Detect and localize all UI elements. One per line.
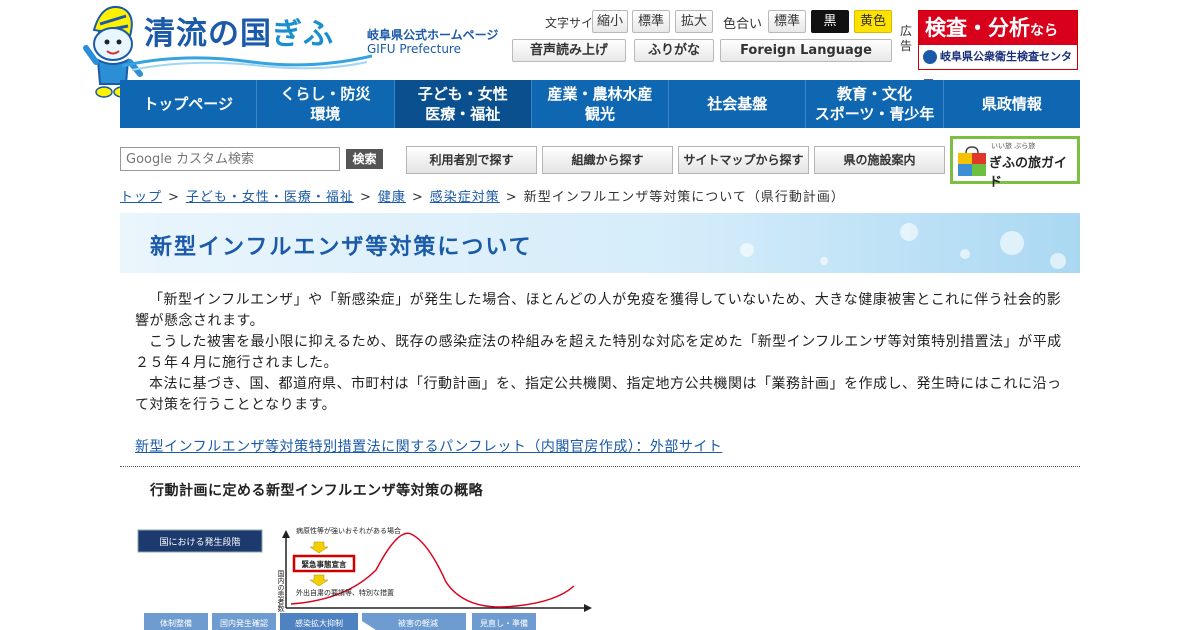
ad-headline-suffix: なら <box>1030 23 1058 39</box>
bubble-decoration <box>740 243 754 257</box>
nav-item-government[interactable]: 県政情報 <box>944 80 1080 128</box>
section-divider <box>120 466 1080 467</box>
font-enlarge-button[interactable]: 拡大 <box>675 10 713 33</box>
color-standard-button[interactable]: 標準 <box>768 10 806 33</box>
breadcrumb-separator: > <box>359 190 372 205</box>
severity-note: 病原性等が強いおそれがある場合 <box>296 526 401 535</box>
bubble-decoration <box>820 257 828 265</box>
read-aloud-button[interactable]: 音声読み上げ <box>512 39 626 62</box>
page-root: 清流の国ぎふ 岐阜県公式ホームページ GIFU Prefecture 文字サイズ… <box>0 0 1200 630</box>
search-by-org-button[interactable]: 組織から探す <box>542 146 673 174</box>
phase-label: 体制整備 <box>160 618 192 628</box>
font-shrink-button[interactable]: 縮小 <box>592 10 628 33</box>
travel-guide-title: ぎふの旅ガイド <box>989 156 1068 190</box>
sitemap-button[interactable]: サイトマップから探す <box>678 146 809 174</box>
bubble-decoration <box>960 249 970 259</box>
nav-item-children-medical[interactable]: 子ども・女性 医療・福祉 <box>394 80 532 128</box>
main-content: 「新型インフルエンザ」や「新感染症」が発生した場合、ほとんどの人が免疫を獲得して… <box>135 290 1075 416</box>
nav-item-living[interactable]: くらし・防災 環境 <box>257 80 395 128</box>
phase-label: 被害の軽減 <box>398 618 438 628</box>
bubble-decoration <box>1050 253 1066 269</box>
color-label: 色合い <box>723 17 763 32</box>
breadcrumb-separator: > <box>168 190 180 205</box>
foreign-language-button[interactable]: Foreign Language <box>720 39 892 62</box>
phase-label: 感染拡大抑制 <box>295 618 343 628</box>
paragraph: 本法に基づき、国、都道府県、市町村は「行動計画」を、指定公共機関、指定地方公共機… <box>135 376 1062 413</box>
search-button[interactable]: 検索 <box>346 149 383 169</box>
furigana-button[interactable]: ふりがな <box>634 39 714 62</box>
search-by-user-button[interactable]: 利用者別で探す <box>406 146 537 174</box>
page-title: 新型インフルエンザ等対策について <box>150 235 533 260</box>
phase-label: 見直し・準備 <box>480 618 528 628</box>
ad-banner[interactable]: 検査・分析なら 岐阜県公衆衛生検査センター <box>918 10 1078 87</box>
y-axis-label: 国内の患者数 <box>277 570 285 613</box>
color-yellow-button[interactable]: 黄色 <box>854 10 892 33</box>
bubble-decoration <box>900 223 918 241</box>
section-heading: 行動計画に定める新型インフルエンザ等対策の概略 <box>150 483 484 499</box>
logo-title-main: 清流の国 <box>144 16 272 52</box>
y-axis-arrow <box>282 530 290 538</box>
nav-item-industry[interactable]: 産業・農林水産 観光 <box>532 80 670 128</box>
down-arrow-icon <box>309 541 329 554</box>
down-arrow-icon <box>309 574 329 587</box>
ad-label: 広告 <box>900 24 913 53</box>
phase-label: 国内発生確認 <box>220 618 268 628</box>
logo-wave-decoration <box>122 54 372 71</box>
ad-headline: 検査・分析 <box>925 16 1030 40</box>
paragraph: こうした被害を最小限に抑えるため、既存の感染症法の枠組みを超えた特別な対応を定め… <box>135 334 1062 371</box>
breadcrumb-current: 新型インフルエンザ等対策について（県行動計画） <box>523 190 845 205</box>
ad-headline-box: 検査・分析なら <box>919 11 1077 45</box>
breadcrumb-level1[interactable]: 子ども・女性・医療・福祉 <box>186 190 354 205</box>
paragraph: 「新型インフルエンザ」や「新感染症」が発生した場合、ほとんどの人が免疫を獲得して… <box>135 292 1062 329</box>
stage-label: 国における発生段階 <box>159 536 240 548</box>
accessibility-tools: 文字サイズ 縮小 標準 拡大 色合い 標準 黒 黄色 音声読み上げ ふりがな F… <box>512 10 897 70</box>
bubble-decoration <box>1000 231 1024 255</box>
action-plan-diagram: 国における発生段階 国内の患者数 病原性等が強いおそれがある場合 緊急事態宣言 … <box>137 526 592 630</box>
breadcrumb-separator: > <box>505 190 518 205</box>
breadcrumb-level2[interactable]: 健康 <box>378 190 406 205</box>
nav-item-top[interactable]: トップページ <box>120 80 258 128</box>
nav-item-education[interactable]: 教育・文化 スポーツ・青少年 <box>806 80 944 128</box>
color-black-button[interactable]: 黒 <box>811 10 849 33</box>
logo-sub-en: GIFU Prefecture <box>367 42 461 56</box>
travel-guide-banner[interactable]: いい旅 ぶら旅 ぎふの旅ガイド <box>950 136 1080 190</box>
pamphlet-external-link[interactable]: 新型インフルエンザ等対策特別措置法に関するパンフレット（内閣官房作成）：外部サイ… <box>135 436 722 456</box>
ad-org-logo-icon <box>923 50 937 64</box>
breadcrumb-top[interactable]: トップ <box>120 190 162 205</box>
breadcrumb-level3[interactable]: 感染症対策 <box>430 190 500 205</box>
measures-note: 外出自粛の要請等、特別な措置 <box>296 588 394 597</box>
breadcrumb: トップ > 子ども・女性・医療・福祉 > 健康 > 感染症対策 > 新型インフルエンザ等対策につ… <box>120 186 845 205</box>
facilities-button[interactable]: 県の施設案内 <box>814 146 945 174</box>
global-nav: トップページ くらし・防災 環境 子ども・女性 医療・福祉 産業・農林水産 観光… <box>120 80 1080 128</box>
logo-title-gifu: ぎふ <box>272 17 334 52</box>
logo-title: 清流の国ぎふ <box>144 8 334 53</box>
emergency-label: 緊急事態宣言 <box>302 559 347 569</box>
nav-item-infrastructure[interactable]: 社会基盤 <box>669 80 807 128</box>
shopping-bag-icon <box>958 146 986 176</box>
ad-org-box: 岐阜県公衆衛生検査センター <box>919 45 1077 87</box>
breadcrumb-separator: > <box>411 190 424 205</box>
font-standard-button[interactable]: 標準 <box>632 10 670 33</box>
x-axis-arrow <box>584 604 592 612</box>
search-input[interactable] <box>120 147 340 171</box>
logo-sub-jp: 岐阜県公式ホームページ <box>367 28 499 42</box>
page-title-band: 新型インフルエンザ等対策について <box>120 213 1080 273</box>
travel-guide-subtitle: いい旅 ぶら旅 <box>991 142 1036 150</box>
